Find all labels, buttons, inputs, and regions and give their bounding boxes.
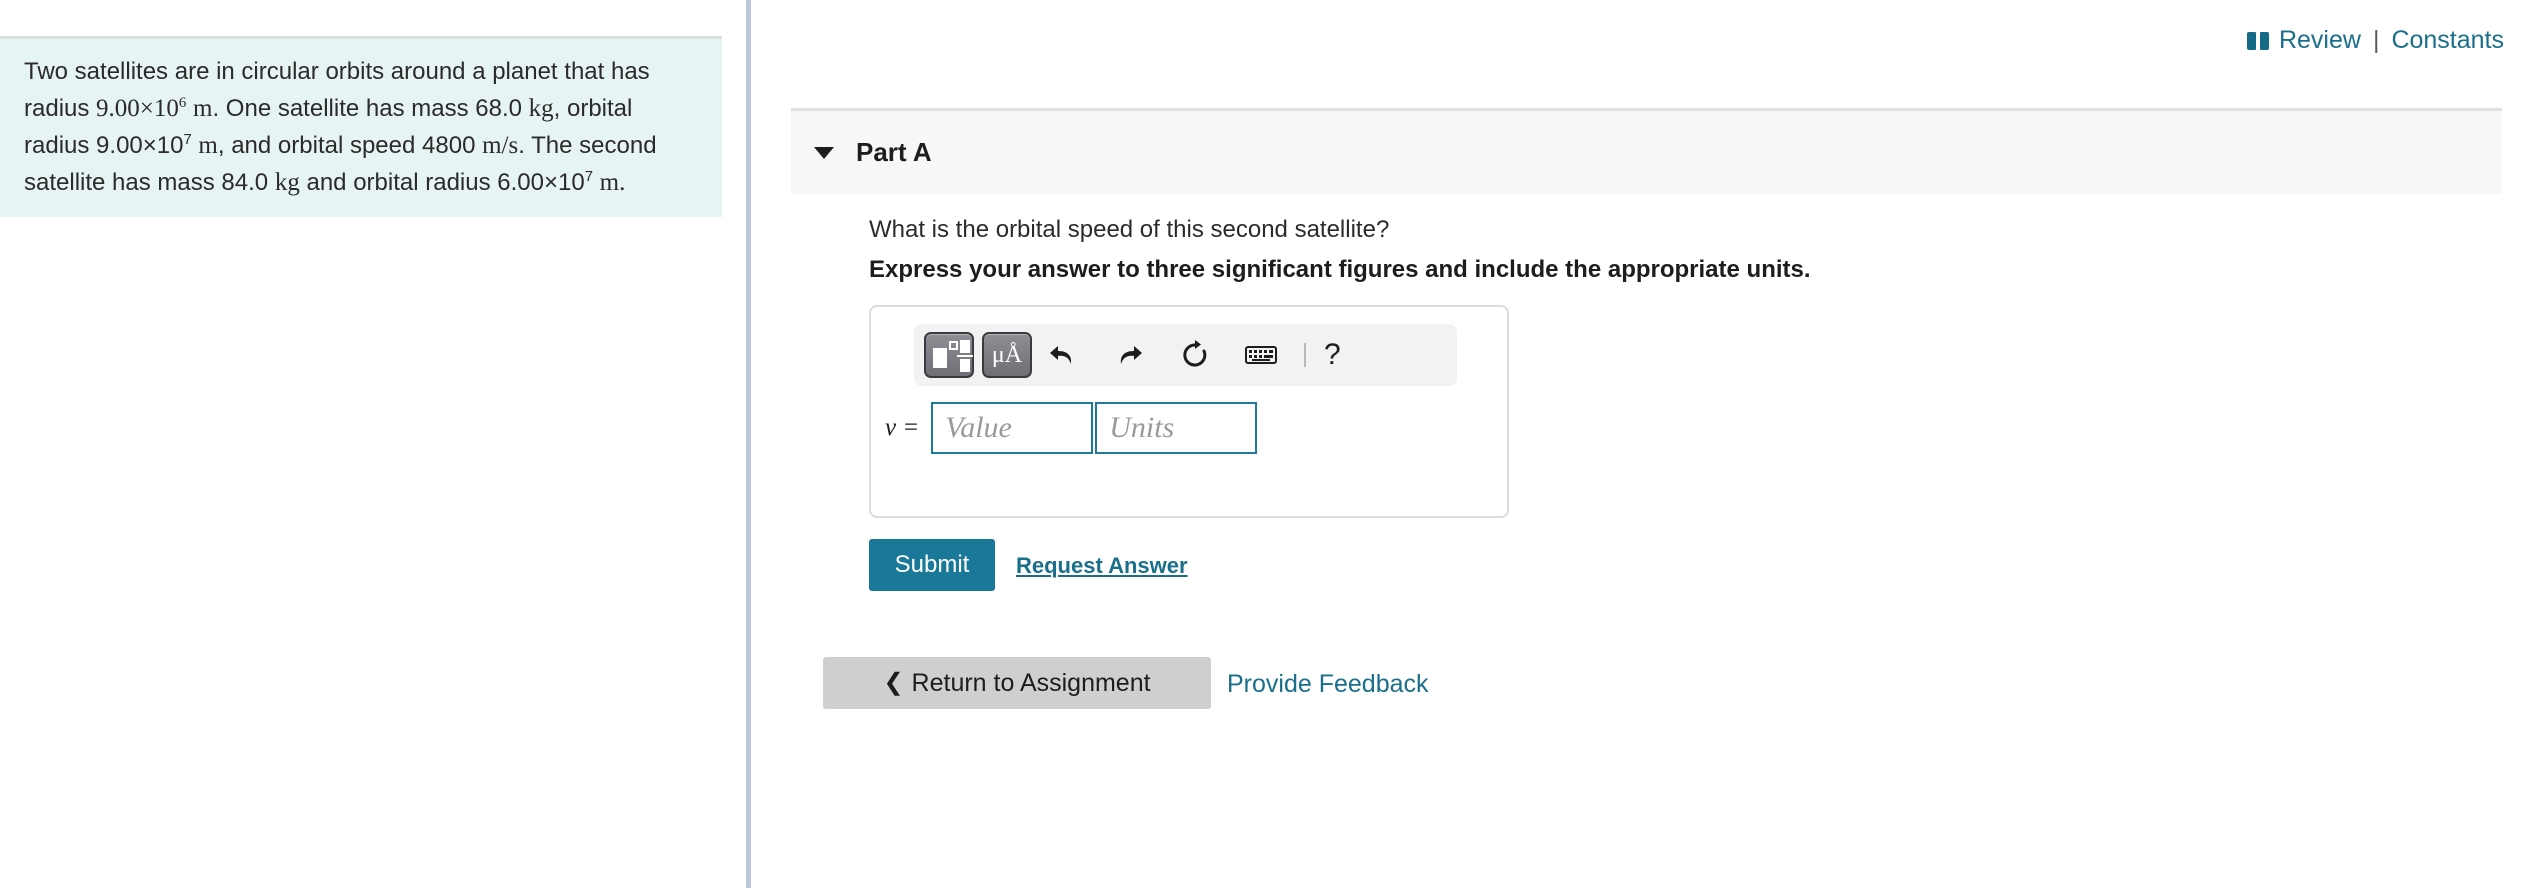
units-input[interactable]: Units [1095,402,1258,454]
triangle-down-icon[interactable] [814,146,834,159]
planet-radius-base: 10 [153,95,179,122]
sat2-mass: 84.0 [221,169,269,196]
answer-instruction: Express your answer to three significant… [869,256,1811,283]
reset-circle-icon[interactable] [1172,332,1218,378]
review-separator: | [2372,26,2380,54]
problem-statement-text: Two satellites are in circular orbits ar… [24,53,700,201]
part-a-header[interactable]: Part A [791,108,2502,194]
times-symbol: × [139,95,154,122]
return-to-assignment-button[interactable]: ❮ Return to Assignment [823,657,1211,709]
sat2-radius: 6.00×10 [497,169,585,196]
planet-radius-exponent: 6 [178,95,187,111]
sat1-radius-unit: m [198,132,218,159]
part-title: Part A [856,137,932,167]
toolbar-divider [1304,343,1306,367]
undo-arrow-icon[interactable] [1040,332,1086,378]
answer-input-row: v = Value Units [885,402,1258,454]
request-answer-link[interactable]: Request Answer [1016,553,1188,579]
review-link[interactable]: Review [2279,26,2361,55]
planet-radius-unit: m [193,95,213,122]
planet-radius-value: 9.00 [96,95,140,122]
sat2-radius-exponent: 7 [584,169,593,185]
math-template-button[interactable] [924,332,974,378]
question-prompt: What is the orbital speed of this second… [869,216,1390,243]
sat1-intro: . One satellite has mass [212,95,469,122]
sat1-speed: 4800 [422,132,476,159]
sat2-orbit-label: and orbital radius [306,169,491,196]
redo-arrow-icon[interactable] [1106,332,1152,378]
question-panel: Review | Constants Part A What is the or… [751,0,2540,888]
provide-feedback-link[interactable]: Provide Feedback [1227,670,1429,699]
problem-period: . [619,169,626,196]
units-symbol-button[interactable]: μÅ [982,332,1032,378]
variable-label: v = [885,414,920,441]
answer-entry-widget: μÅ ? v = Value Units [869,305,1509,518]
review-constants-bar: Review | Constants [2246,26,2504,55]
units-button-label: μÅ [991,342,1023,368]
problem-panel: Two satellites are in circular orbits ar… [0,0,746,888]
problem-statement-box: Two satellites are in circular orbits ar… [0,36,722,217]
sat1-speed-unit: m/s [482,132,519,159]
sat1-mass: 68.0 [475,95,522,122]
constants-link[interactable]: Constants [2391,26,2504,55]
sat2-radius-unit: m [599,169,620,196]
book-icon [2246,31,2269,50]
sat1-mass-unit: kg [528,95,554,122]
sat1-radius: 9.00×10 [96,132,184,159]
chevron-left-icon: ❮ [883,669,904,696]
submit-button[interactable]: Submit [869,539,995,591]
help-button[interactable]: ? [1324,338,1341,372]
return-to-assignment-label: Return to Assignment [911,668,1151,697]
sat1-radius-exponent: 7 [183,132,192,148]
math-editor-toolbar: μÅ ? [914,324,1457,386]
keyboard-icon[interactable] [1238,332,1284,378]
value-input[interactable]: Value [931,402,1094,454]
sat1-speed-label: , and orbital speed [217,132,416,159]
sat2-mass-unit: kg [274,169,300,196]
